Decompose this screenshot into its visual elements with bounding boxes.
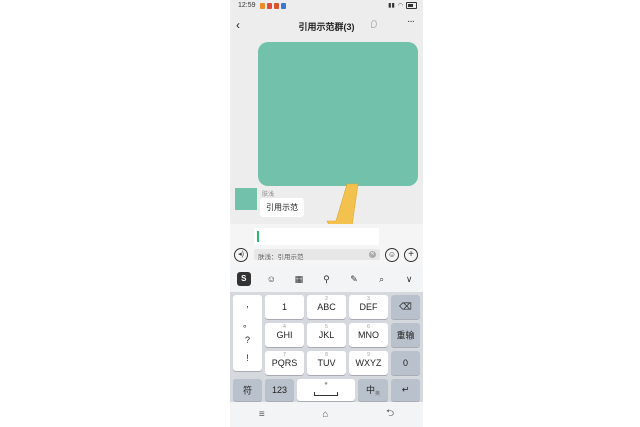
keyboard: , 。 ? ! 1 2 ABC 3 DEF ⌫ 4 GHI 5 JKL 6 MNO 重输 … [230,292,423,402]
search-icon[interactable]: ⌕ [375,272,389,286]
retype-key[interactable]: 重输 [391,323,420,347]
annotation-arrow [326,183,362,249]
punct-period[interactable]: 。 [233,317,262,330]
close-icon[interactable]: ✕ [369,251,376,258]
voice-icon[interactable]: ◂) [234,248,248,262]
delete-key[interactable]: ⌫ [391,295,420,319]
chevron-down-icon[interactable]: ∨ [402,272,416,286]
key-wxyz[interactable]: 9 WXYZ [349,351,388,375]
key-jkl[interactable]: 5 JKL [307,323,346,347]
emoji-icon[interactable]: ☺ [385,248,399,262]
message-input[interactable] [254,228,379,245]
menu-icon[interactable]: ≡ [259,409,265,420]
sogou-logo-icon[interactable]: S [236,272,251,286]
quote-preview: 肤浅：引用示范 ✕ [254,249,380,261]
key-0[interactable]: 0 [391,351,420,375]
number-key[interactable]: 123 [265,379,294,401]
key-mno[interactable]: 6 MNO [349,323,388,347]
key-pqrs[interactable]: 7 PQRS [265,351,304,375]
key-def[interactable]: 3 DEF [349,295,388,319]
plus-icon[interactable]: + [404,248,418,262]
language-switch-key[interactable]: 中 英 [358,379,388,401]
mic-icon[interactable]: ⚲ [319,272,333,286]
system-nav-bar: ≡ ⌂ ⮌ [230,402,423,427]
keyboard-icon[interactable]: ▦ [292,272,306,286]
space-key[interactable]: ● [297,379,355,401]
mic-icon: ● [324,381,328,387]
input-area: ◂) 肤浅：引用示范 ✕ ☺ + [230,224,423,266]
key-ghi[interactable]: 4 GHI [265,323,304,347]
key-tuv[interactable]: 8 TUV [307,351,346,375]
enter-key[interactable]: ↵ [391,379,420,401]
home-icon[interactable]: ⌂ [322,409,328,420]
back-nav-icon[interactable]: ⮌ [386,406,394,423]
space-icon [314,392,338,396]
key-1[interactable]: 1 [265,295,304,319]
punctuation-key-column: , 。 ? ! [233,295,262,371]
ime-toolbar: S ☺ ▦ ⚲ ✎ ⌕ ∨ [230,266,423,292]
phone-screen: 12:59 ▮▮ ◠ ‹ 引用示范群(3) ··· 肤浅 引用示范 ◂) 肤浅：… [230,0,423,427]
punct-exclaim[interactable]: ! [233,353,262,363]
punct-comma[interactable]: , [233,299,262,309]
quote-text: 肤浅：引用示范 [258,254,304,261]
text-cursor [257,231,259,242]
key-abc[interactable]: 2 ABC [307,295,346,319]
emoji-icon[interactable]: ☺ [264,272,278,286]
handwriting-icon[interactable]: ✎ [347,272,361,286]
punct-question[interactable]: ? [233,335,262,345]
symbol-key[interactable]: 符 [233,379,262,401]
